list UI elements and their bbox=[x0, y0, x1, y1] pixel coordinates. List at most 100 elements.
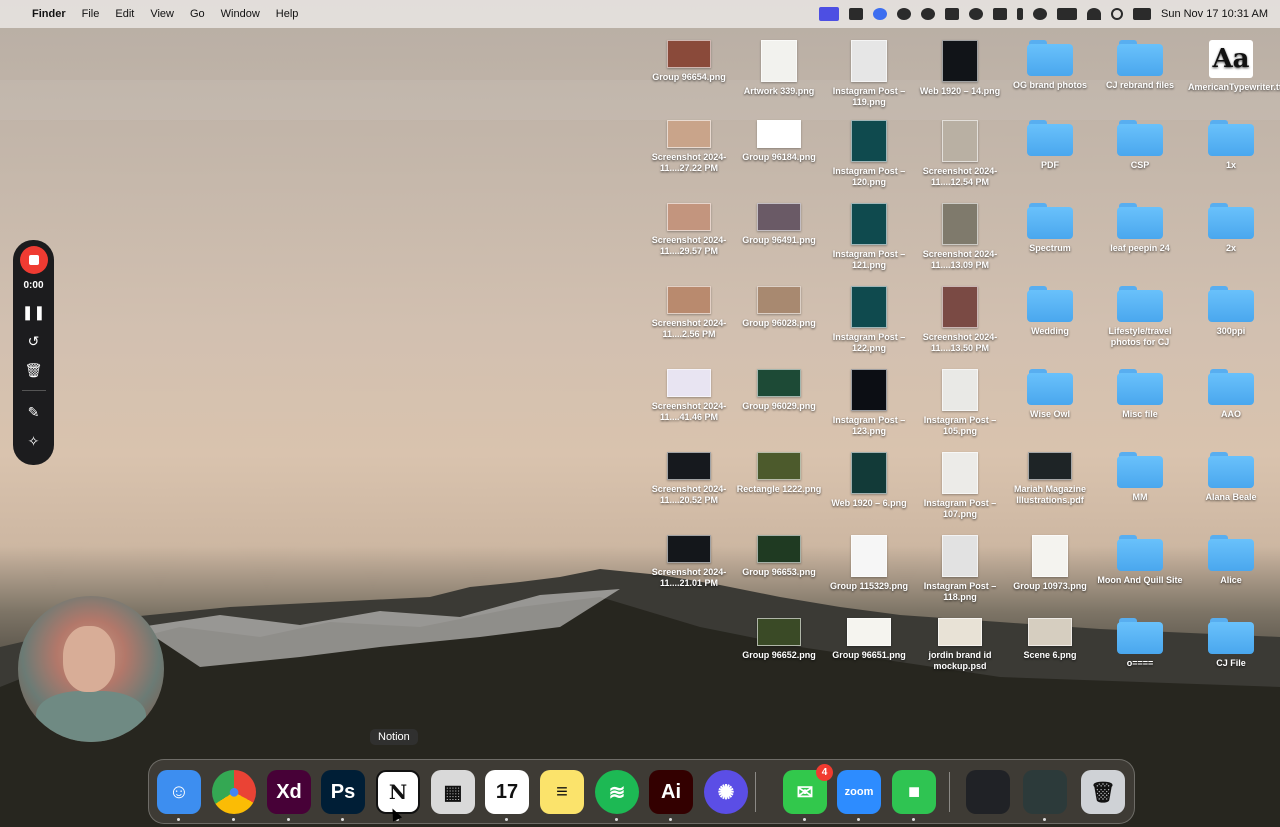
desktop-file[interactable]: Group 96184.png bbox=[736, 120, 822, 163]
draw-button[interactable]: ✎ bbox=[28, 404, 40, 420]
dock-perplexity-icon[interactable]: ✺ bbox=[704, 770, 748, 814]
desktop-file[interactable]: Group 96491.png bbox=[736, 203, 822, 246]
desktop-file[interactable]: Rectangle 1222.png bbox=[736, 452, 822, 495]
desktop-folder[interactable]: AAO bbox=[1188, 369, 1274, 420]
dock-trash-icon[interactable]: 🗑 bbox=[1081, 770, 1125, 814]
desktop-folder[interactable]: 1x bbox=[1188, 120, 1274, 171]
dock-notion-icon[interactable]: N bbox=[376, 770, 420, 814]
menu-go[interactable]: Go bbox=[182, 8, 213, 20]
screen-recorder-status-icon[interactable] bbox=[818, 7, 839, 21]
dropbox-status-icon[interactable] bbox=[896, 8, 911, 20]
dock-adobe-xd-icon[interactable]: Xd bbox=[267, 770, 311, 814]
desktop-folder[interactable]: 300ppi bbox=[1188, 286, 1274, 337]
desktop-file[interactable]: Group 115329.png bbox=[826, 535, 912, 592]
desktop-file[interactable]: jordin brand id mockup.psd bbox=[917, 618, 1003, 672]
desktop-file[interactable]: Instagram Post – 121.png bbox=[826, 203, 912, 271]
desktop-folder[interactable]: Wedding bbox=[1007, 286, 1093, 337]
desktop-folder[interactable]: CJ File bbox=[1188, 618, 1274, 669]
desktop-folder[interactable]: Misc file bbox=[1097, 369, 1183, 420]
calendar-status-icon[interactable] bbox=[944, 8, 959, 20]
desktop-file[interactable]: Group 10973.png bbox=[1007, 535, 1093, 592]
desktop-folder[interactable]: MM bbox=[1097, 452, 1183, 503]
dock-calendar-icon[interactable]: 17 bbox=[485, 770, 529, 814]
desktop-folder[interactable]: leaf peepin 24 bbox=[1097, 203, 1183, 254]
desktop-file[interactable]: Instagram Post – 120.png bbox=[826, 120, 912, 188]
dock-chrome-icon[interactable]: ● bbox=[212, 770, 256, 814]
desktop-file[interactable]: Screenshot 2024-11....13.50 PM bbox=[917, 286, 1003, 354]
desktop-file[interactable]: Instagram Post – 105.png bbox=[917, 369, 1003, 437]
desktop-file[interactable]: Screenshot 2024-11....20.52 PM bbox=[646, 452, 732, 506]
desktop-file[interactable]: Screenshot 2024-11....12.54 PM bbox=[917, 120, 1003, 188]
desktop-folder[interactable]: PDF bbox=[1007, 120, 1093, 171]
desktop-folder[interactable]: Lifestyle/travel photos for CJ bbox=[1097, 286, 1183, 348]
desktop-folder[interactable]: Wise Owl bbox=[1007, 369, 1093, 420]
dock-finder-icon[interactable]: ☺ bbox=[157, 770, 201, 814]
effects-button[interactable]: ✧ bbox=[28, 433, 40, 449]
creative-cloud-icon[interactable] bbox=[968, 8, 983, 20]
dock-notes-icon[interactable]: ≡ bbox=[540, 770, 584, 814]
menu-window[interactable]: Window bbox=[213, 8, 268, 20]
desktop-file[interactable]: Group 96652.png bbox=[736, 618, 822, 661]
menu-help[interactable]: Help bbox=[268, 8, 307, 20]
menu-clock[interactable]: Sun Nov 17 10:31 AM bbox=[1161, 8, 1268, 20]
wifi-icon[interactable] bbox=[1086, 8, 1101, 20]
desktop-file[interactable]: Screenshot 2024-11....2.56 PM bbox=[646, 286, 732, 340]
desktop-folder[interactable]: Moon And Quill Site bbox=[1097, 535, 1183, 586]
brightness-icon[interactable] bbox=[920, 8, 935, 20]
desktop-file[interactable]: Screenshot 2024-11....21.01 PM bbox=[646, 535, 732, 589]
menu-view[interactable]: View bbox=[142, 8, 182, 20]
stop-recording-button[interactable] bbox=[19, 246, 48, 274]
bluetooth-icon[interactable] bbox=[1016, 8, 1023, 20]
dock-chrome-window-icon[interactable] bbox=[1023, 770, 1067, 814]
delete-button[interactable]: 🗑 bbox=[25, 362, 43, 378]
dock-illustrator-icon[interactable]: Ai bbox=[649, 770, 693, 814]
desktop-folder[interactable]: o==== bbox=[1097, 618, 1183, 669]
desktop-file[interactable]: Group 96654.png bbox=[646, 40, 732, 83]
desktop-file[interactable]: Screenshot 2024-11....13.09 PM bbox=[917, 203, 1003, 271]
desktop-file[interactable]: Instagram Post – 118.png bbox=[917, 535, 1003, 603]
dock-facetime-icon[interactable]: ■ bbox=[892, 770, 936, 814]
desktop-file[interactable]: Mariah Magazine Illustrations.pdf bbox=[1007, 452, 1093, 506]
menu-file[interactable]: File bbox=[74, 8, 108, 20]
desktop-file[interactable]: Instagram Post – 123.png bbox=[826, 369, 912, 437]
desktop-file[interactable]: Web 1920 – 14.png bbox=[917, 40, 1003, 97]
battery-icon[interactable] bbox=[1056, 8, 1077, 20]
menu-edit[interactable]: Edit bbox=[107, 8, 142, 20]
dock-spotify-icon[interactable]: ≋ bbox=[595, 770, 639, 814]
desktop-file[interactable]: Aa AmericanTypewriter.ttc bbox=[1188, 40, 1280, 93]
dock-messages-icon[interactable]: ✉ 4 bbox=[783, 764, 833, 814]
spotlight-search-icon[interactable] bbox=[1110, 8, 1123, 20]
airdrop-icon[interactable] bbox=[1032, 8, 1047, 20]
desktop-folder[interactable]: Alana Beale bbox=[1188, 452, 1274, 503]
desktop-file[interactable]: Instagram Post – 119.png bbox=[826, 40, 912, 108]
desktop-file[interactable]: Artwork 339.png bbox=[736, 40, 822, 97]
dock-zoom-window-icon[interactable] bbox=[966, 770, 1010, 814]
desktop-folder[interactable]: Spectrum bbox=[1007, 203, 1093, 254]
desktop-file[interactable]: Screenshot 2024-11....41.46 PM bbox=[646, 369, 732, 423]
desktop-file[interactable]: Group 96028.png bbox=[736, 286, 822, 329]
control-center-icon[interactable] bbox=[1132, 8, 1151, 20]
dock-launchpad-icon[interactable]: ▦ bbox=[431, 770, 475, 814]
desktop-file[interactable]: Instagram Post – 107.png bbox=[917, 452, 1003, 520]
restart-button[interactable]: ↺ bbox=[28, 333, 40, 349]
pause-button[interactable]: ❚❚ bbox=[22, 304, 45, 320]
desktop-file[interactable]: Scene 6.png bbox=[1007, 618, 1093, 661]
desktop-folder[interactable]: CJ rebrand files bbox=[1097, 40, 1183, 91]
desktop-folder[interactable]: 2x bbox=[1188, 203, 1274, 254]
desktop-file[interactable]: Screenshot 2024-11....29.57 PM bbox=[646, 203, 732, 257]
desktop-file[interactable]: Group 96029.png bbox=[736, 369, 822, 412]
dock-photoshop-icon[interactable]: Ps bbox=[321, 770, 365, 814]
notion-status-icon[interactable] bbox=[848, 8, 863, 20]
desktop-file[interactable]: Web 1920 – 6.png bbox=[826, 452, 912, 509]
desktop-file[interactable]: Instagram Post – 122.png bbox=[826, 286, 912, 354]
webcam-bubble[interactable] bbox=[18, 596, 164, 742]
flag-status-icon[interactable] bbox=[992, 8, 1007, 20]
desktop-folder[interactable]: OG brand photos bbox=[1007, 40, 1093, 91]
desktop-folder[interactable]: CSP bbox=[1097, 120, 1183, 171]
dock-zoom-icon[interactable]: zoom bbox=[837, 770, 881, 814]
desktop-file[interactable]: Group 96651.png bbox=[826, 618, 912, 661]
desktop-folder[interactable]: Alice bbox=[1188, 535, 1274, 586]
desktop-file[interactable]: Group 96653.png bbox=[736, 535, 822, 578]
zoom-status-icon[interactable] bbox=[872, 8, 887, 20]
menu-app-name[interactable]: Finder bbox=[24, 8, 74, 20]
